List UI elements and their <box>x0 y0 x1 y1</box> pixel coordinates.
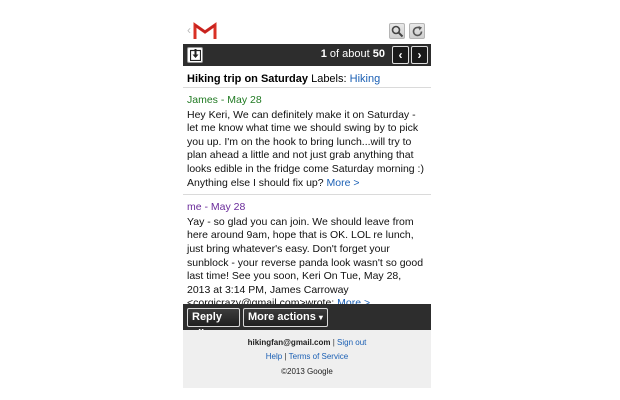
more-actions-label: More actions <box>248 311 316 323</box>
message-body: Hey Keri, We can definitely make it on S… <box>187 109 427 191</box>
message-sender: James - May 28 <box>187 94 262 106</box>
search-button[interactable] <box>389 23 405 39</box>
action-bar: Reply all More actions▾ <box>183 304 431 340</box>
message-item[interactable]: James - May 28 Hey Keri, We can definite… <box>183 88 431 196</box>
label-link[interactable]: Hiking <box>350 73 381 85</box>
chevron-down-icon: ▾ <box>318 313 323 322</box>
search-icon <box>391 25 404 38</box>
subject-title: Hiking trip on Saturday <box>187 73 309 85</box>
refresh-icon <box>412 26 423 37</box>
message-sender: me - May 28 <box>187 201 246 214</box>
help-link[interactable]: Help <box>266 352 282 361</box>
thread-subject: Hiking trip on Saturday Labels: Hiking <box>183 66 431 88</box>
copyright: ©2013 Google <box>281 367 333 376</box>
footer: hikingfan@gmail.com | Sign out Help | Te… <box>183 330 431 388</box>
archive-button[interactable] <box>187 47 203 63</box>
message-text: Yay - so glad you can join. We should le… <box>187 215 424 310</box>
refresh-button[interactable] <box>409 23 425 39</box>
top-bar: ‹ <box>183 16 431 44</box>
terms-link[interactable]: Terms of Service <box>289 352 349 361</box>
message-text: Hey Keri, We can definitely make it on S… <box>187 108 424 189</box>
message-item[interactable]: me - May 28 Yay - so glad you can join. … <box>183 195 431 315</box>
labels-key: Labels: <box>311 73 347 85</box>
next-conversation-button[interactable]: › <box>411 46 428 64</box>
pager-of-label: of about <box>329 48 370 60</box>
archive-icon <box>190 49 201 61</box>
gmail-logo-icon[interactable] <box>193 22 217 40</box>
pager-position: 1 <box>320 48 327 60</box>
mobile-gmail-view: ‹ 1 of about 50 ‹ › Hiking trip on Satur… <box>183 16 431 388</box>
message-body: Yay - so glad you can join. We should le… <box>187 216 427 311</box>
account-email: hikingfan@gmail.com <box>247 338 331 347</box>
pager-count: 1 of about 50 <box>321 48 385 60</box>
separator: | <box>332 338 335 347</box>
sign-out-link[interactable]: Sign out <box>337 338 366 347</box>
more-actions-dropdown[interactable]: More actions ▾ <box>243 308 328 327</box>
separator: | <box>284 352 287 361</box>
more-link[interactable]: More > <box>327 177 360 189</box>
reply-all-button[interactable]: Reply all <box>187 308 240 340</box>
pager-total: 50 <box>372 48 385 60</box>
thread-nav-bar: 1 of about 50 ‹ › <box>183 44 431 66</box>
previous-conversation-button[interactable]: ‹ <box>392 46 409 64</box>
